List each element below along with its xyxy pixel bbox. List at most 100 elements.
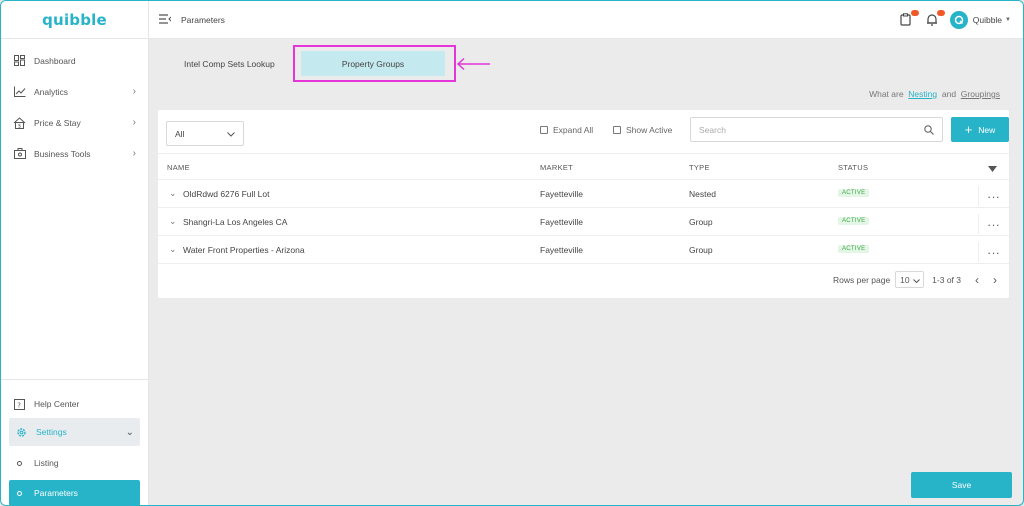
row-name: Water Front Properties - Arizona (183, 245, 305, 255)
chevron-down-icon[interactable]: ⌄ (169, 216, 177, 227)
page-title: Parameters (181, 14, 225, 25)
caret-down-icon[interactable]: ▼ (1005, 17, 1011, 23)
row-market: Fayetteville (540, 217, 583, 227)
filter-value: All (175, 128, 185, 139)
business-tools-icon (13, 147, 26, 160)
chevron-right-icon: › (132, 86, 136, 97)
show-active-checkbox[interactable]: Show Active (613, 125, 672, 135)
column-header-name[interactable]: NAME (167, 163, 190, 172)
status-badge: ACTIVE (838, 245, 870, 253)
save-button[interactable]: Save (911, 472, 1012, 498)
sidebar: quibble Dashboard Analytics › $ Price & … (1, 1, 149, 505)
more-icon: ... (987, 186, 1001, 201)
help-prefix: What are (869, 89, 904, 99)
more-icon: ... (987, 214, 1001, 229)
sidebar-item-label: Dashboard (34, 55, 76, 66)
sidebar-subitem-parameters[interactable]: Parameters (9, 480, 140, 505)
table-row[interactable]: ⌄ Shangri-La Los Angeles CA Fayetteville… (158, 208, 1009, 236)
more-options-button[interactable]: ... (978, 186, 1009, 206)
help-icon: ? (13, 398, 26, 411)
sidebar-nav: Dashboard Analytics › $ Price & Stay › B… (1, 39, 148, 169)
tab-property-groups[interactable]: Property Groups (301, 51, 445, 76)
column-header-market[interactable]: MARKET (540, 163, 573, 172)
rows-per-page-select[interactable]: 10 (895, 271, 925, 288)
bullet-icon (17, 490, 22, 496)
help-line: What are Nesting and Groupings (869, 89, 1000, 99)
chevron-down-icon (912, 275, 920, 285)
more-options-button[interactable]: ... (978, 242, 1009, 262)
table-header: NAME MARKET TYPE STATUS (158, 153, 1009, 180)
row-type: Group (689, 245, 713, 255)
search-input[interactable] (699, 124, 909, 135)
nesting-link[interactable]: Nesting (908, 89, 937, 99)
column-header-status[interactable]: STATUS (838, 163, 868, 172)
sidebar-item-business-tools[interactable]: Business Tools › (1, 138, 148, 169)
svg-text:$: $ (18, 123, 21, 129)
arrow-left-icon (456, 57, 490, 71)
topbar-actions: Quibble ▼ (888, 9, 1023, 29)
bell-icon (926, 13, 937, 26)
row-market: Fayetteville (540, 245, 583, 255)
show-active-label: Show Active (626, 125, 673, 135)
next-page-button[interactable]: › (993, 273, 997, 287)
status-badge: ACTIVE (838, 217, 870, 225)
sidebar-item-label: Help Center (34, 399, 80, 409)
expand-all-checkbox[interactable]: Expand All (540, 125, 593, 135)
clipboard-icon (900, 12, 911, 26)
notification-badge (910, 9, 919, 16)
property-groups-card: All Expand All Show Active + New NAME MA… (158, 110, 1009, 298)
price-stay-icon: $ (13, 116, 26, 129)
sidebar-item-help-center[interactable]: ? Help Center (1, 390, 148, 418)
groupings-link[interactable]: Groupings (961, 89, 1000, 99)
caret-down-icon[interactable] (988, 164, 997, 174)
chevron-down-icon[interactable]: ⌄ (169, 244, 177, 255)
row-name: Shangri-La Los Angeles CA (183, 217, 288, 227)
chevron-right-icon: › (132, 117, 136, 128)
column-header-type[interactable]: TYPE (689, 163, 710, 172)
table-row[interactable]: ⌄ Water Front Properties - Arizona Fayet… (158, 236, 1009, 264)
avatar[interactable] (949, 10, 968, 29)
plus-icon: + (964, 122, 973, 137)
bell-notifications[interactable] (926, 9, 945, 27)
sidebar-item-dashboard[interactable]: Dashboard (1, 45, 148, 76)
checkbox-box[interactable] (613, 126, 621, 134)
chevron-down-icon: ⌄ (125, 426, 134, 438)
sidebar-bottom: ? Help Center Settings ⌄ Listing Paramet… (1, 379, 148, 505)
sidebar-subitem-label: Listing (34, 458, 59, 468)
new-button[interactable]: + New (951, 117, 1009, 142)
expand-all-label: Expand All (553, 125, 594, 135)
sidebar-item-label: Price & Stay (34, 117, 81, 128)
more-options-button[interactable]: ... (978, 214, 1009, 234)
sidebar-item-settings[interactable]: Settings ⌄ (9, 418, 140, 446)
page-range: 1-3 of 3 (932, 274, 961, 285)
topbar: Parameters Quibble ▼ (149, 1, 1023, 39)
sidebar-subitem-listing[interactable]: Listing (9, 450, 140, 476)
table-row[interactable]: ⌄ OldRdwd 6276 Full Lot Fayetteville Nes… (158, 180, 1009, 208)
row-name: OldRdwd 6276 Full Lot (183, 189, 270, 199)
bullet-icon (17, 460, 22, 466)
svg-text:?: ? (17, 401, 21, 409)
more-icon: ... (987, 242, 1001, 257)
logo[interactable]: quibble (1, 1, 148, 39)
notification-badge (936, 9, 945, 16)
prev-page-button[interactable]: ‹ (975, 273, 979, 287)
user-name[interactable]: Quibble (973, 15, 1002, 25)
sidebar-item-label: Settings (36, 427, 67, 437)
pagination: Rows per page 10 1-3 of 3 ‹ › (833, 271, 997, 288)
search-icon[interactable] (924, 125, 934, 137)
logo-text: quibble (42, 10, 107, 29)
chevron-down-icon[interactable]: ⌄ (169, 188, 177, 199)
status-badge: ACTIVE (838, 189, 870, 197)
row-type: Group (689, 217, 713, 227)
search-box[interactable] (690, 117, 943, 142)
sidebar-item-analytics[interactable]: Analytics › (1, 76, 148, 107)
tabs: Intel Comp Sets Lookup (173, 45, 275, 83)
help-and: and (941, 89, 957, 99)
filter-select[interactable]: All (166, 121, 244, 146)
checkbox-box[interactable] (540, 126, 548, 134)
tab-intel-comp-sets-lookup[interactable]: Intel Comp Sets Lookup (184, 59, 275, 69)
gear-icon (15, 426, 28, 439)
menu-collapse-icon[interactable] (159, 13, 172, 26)
sidebar-item-price-stay[interactable]: $ Price & Stay › (1, 107, 148, 138)
clipboard-notifications[interactable] (900, 9, 919, 27)
